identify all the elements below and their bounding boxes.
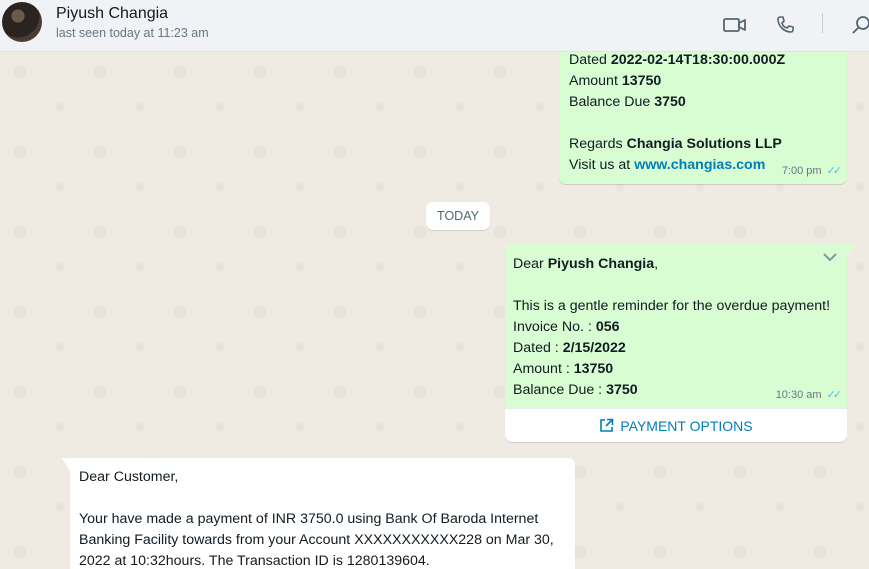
website-link[interactable]: www.changias.com bbox=[634, 157, 765, 173]
payment-text-line: 2022 at 10:32hours. The Transaction ID i… bbox=[79, 553, 430, 569]
chevron-down-icon[interactable] bbox=[821, 250, 839, 264]
dated-value: 2/15/2022 bbox=[562, 340, 626, 356]
customer-name: Piyush Changia bbox=[547, 256, 655, 272]
date-divider: TODAY bbox=[426, 202, 490, 230]
search-icon[interactable] bbox=[848, 12, 869, 38]
outgoing-message[interactable]: Dated 2022-02-14T18:30:00.000Z Amount 13… bbox=[559, 52, 847, 184]
payment-options-button[interactable]: PAYMENT OPTIONS bbox=[505, 408, 847, 442]
message-time: 7:00 pm ✓✓ bbox=[781, 165, 843, 177]
amount-label: Amount bbox=[569, 73, 622, 89]
external-link-icon bbox=[600, 418, 614, 432]
company-name: Changia Solutions LLP bbox=[626, 136, 782, 152]
balance-value: 3750 bbox=[606, 382, 638, 398]
header-divider bbox=[822, 13, 823, 33]
dated-label: Dated : bbox=[513, 340, 563, 356]
video-call-icon[interactable] bbox=[722, 12, 748, 38]
outgoing-message[interactable]: Dear Piyush Changia, This is a gentle re… bbox=[505, 244, 855, 408]
invoice-value: 056 bbox=[595, 319, 620, 335]
greeting-suffix: , bbox=[654, 256, 659, 272]
read-ticks-icon: ✓✓ bbox=[826, 389, 843, 401]
contact-name[interactable]: Piyush Changia bbox=[56, 5, 168, 23]
greeting-prefix: Dear bbox=[513, 256, 548, 272]
amount-value: 13750 bbox=[573, 361, 614, 377]
invoice-label: Invoice No. : bbox=[513, 319, 596, 335]
payment-text-line: Banking Facility towards from your Accou… bbox=[79, 532, 554, 548]
payment-options-label: PAYMENT OPTIONS bbox=[620, 417, 753, 434]
balance-label: Balance Due bbox=[569, 94, 655, 110]
dated-value: 2022-02-14T18:30:00.000Z bbox=[610, 52, 786, 68]
bubble-tail bbox=[847, 244, 855, 257]
payment-text-line: Your have made a payment of INR 3750.0 u… bbox=[79, 511, 539, 527]
amount-value: 13750 bbox=[621, 73, 662, 89]
incoming-message[interactable]: Dear Customer, Your have made a payment … bbox=[62, 458, 575, 569]
chat-area[interactable]: Dated 2022-02-14T18:30:00.000Z Amount 13… bbox=[0, 52, 869, 569]
reminder-text: This is a gentle reminder for the overdu… bbox=[513, 298, 831, 314]
balance-label: Balance Due : bbox=[513, 382, 607, 398]
avatar[interactable] bbox=[2, 2, 42, 42]
bubble-tail bbox=[62, 458, 70, 471]
regards-label: Regards bbox=[569, 136, 627, 152]
amount-label: Amount : bbox=[513, 361, 574, 377]
message-time: 10:30 am ✓✓ bbox=[775, 389, 843, 401]
voice-call-icon[interactable] bbox=[772, 12, 798, 38]
visit-label: Visit us at bbox=[569, 157, 635, 173]
last-seen-status: last seen today at 11:23 am bbox=[56, 26, 209, 40]
balance-value: 3750 bbox=[654, 94, 686, 110]
chat-header: Piyush Changia last seen today at 11:23 … bbox=[0, 0, 869, 52]
dated-label: Dated bbox=[569, 52, 611, 68]
read-ticks-icon: ✓✓ bbox=[826, 165, 843, 177]
greeting-text: Dear Customer, bbox=[79, 469, 179, 485]
